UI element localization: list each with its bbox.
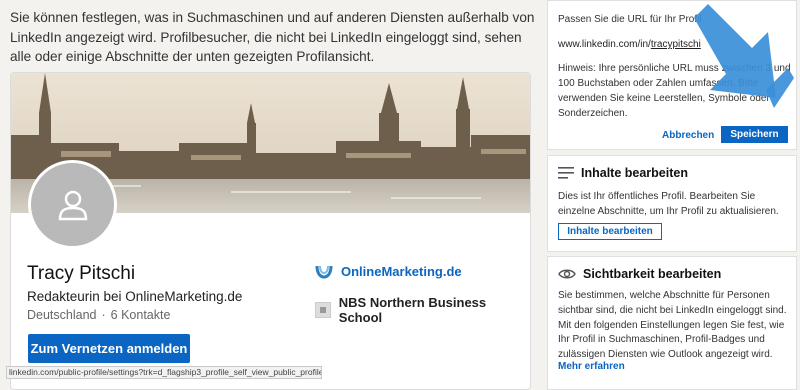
lines-icon bbox=[558, 167, 574, 179]
url-row: www.linkedin.com/in/tracypitschi bbox=[558, 39, 701, 50]
intro-text: Sie können festlegen, was in Suchmaschin… bbox=[10, 10, 535, 64]
url-prefix: www.linkedin.com/in/ bbox=[558, 39, 651, 50]
cancel-button[interactable]: Abbrechen bbox=[662, 130, 714, 141]
browser-status-url: linkedin.com/public-profile/settings?trk… bbox=[6, 366, 322, 379]
profile-name: Tracy Pitschi bbox=[27, 263, 136, 284]
save-button[interactable]: Speichern bbox=[721, 126, 788, 143]
edit-content-panel: Inhalte bearbeiten Dies ist Ihr öffentli… bbox=[547, 155, 797, 252]
eye-icon bbox=[558, 269, 576, 279]
connect-login-button[interactable]: Zum Vernetzen anmelden bbox=[28, 334, 190, 363]
company-name: OnlineMarketing.de bbox=[341, 263, 462, 279]
public-profile-card: Tracy Pitschi Redakteurin bei OnlineMark… bbox=[10, 72, 531, 390]
url-panel-label: Passen Sie die URL für Ihr Profil bbox=[558, 14, 702, 25]
edit-visibility-title: Sichtbarkeit bearbeiten bbox=[583, 267, 722, 281]
edit-content-heading: Inhalte bearbeiten bbox=[558, 166, 688, 180]
profile-headline: Redakteurin bei OnlineMarketing.de bbox=[27, 289, 243, 304]
annotation-arrow-icon bbox=[694, 4, 794, 108]
learn-more-link[interactable]: Mehr erfahren bbox=[558, 361, 625, 372]
edit-content-text: Dies ist Ihr öffentliches Profil. Bearbe… bbox=[558, 191, 779, 217]
meta-separator: · bbox=[101, 308, 106, 322]
main-column: Sie können festlegen, was in Suchmaschin… bbox=[0, 0, 541, 390]
person-placeholder-icon bbox=[58, 190, 87, 220]
profile-contacts: 6 Kontakte bbox=[110, 308, 171, 322]
edit-visibility-heading: Sichtbarkeit bearbeiten bbox=[558, 267, 721, 281]
edit-content-title: Inhalte bearbeiten bbox=[581, 166, 688, 180]
school-logo-icon bbox=[315, 302, 331, 318]
edit-content-button[interactable]: Inhalte bearbeiten bbox=[558, 223, 662, 240]
edit-visibility-text: Sie bestimmen, welche Abschnitte für Per… bbox=[558, 290, 787, 361]
profile-meta: Deutschland · 6 Kontakte bbox=[27, 308, 170, 322]
edit-visibility-panel: Sichtbarkeit bearbeiten Sie bestimmen, w… bbox=[547, 256, 797, 390]
school-item[interactable]: NBS Northern Business School bbox=[315, 295, 530, 325]
onlinemarketing-logo-icon bbox=[315, 265, 333, 279]
company-item[interactable]: OnlineMarketing.de bbox=[315, 263, 462, 279]
school-name: NBS Northern Business School bbox=[338, 295, 487, 325]
avatar bbox=[28, 160, 117, 249]
profile-location: Deutschland bbox=[27, 308, 97, 322]
